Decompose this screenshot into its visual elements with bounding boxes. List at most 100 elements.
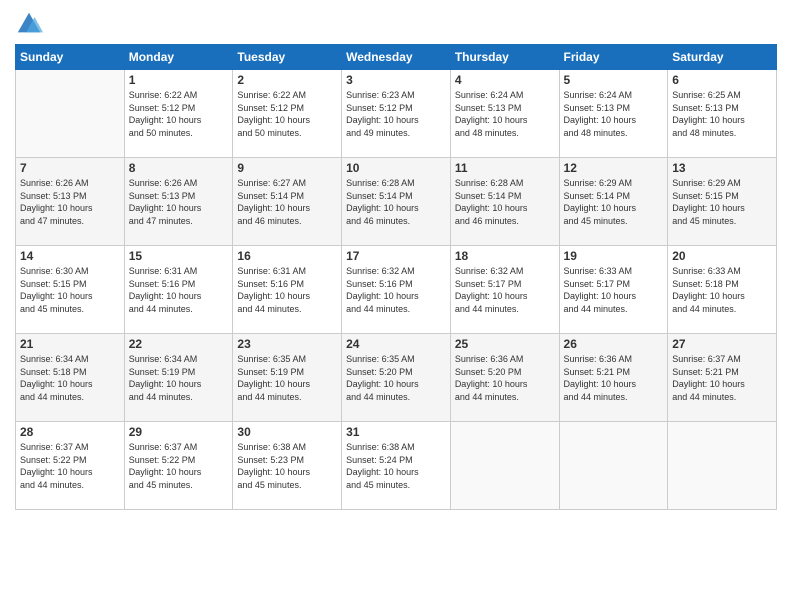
calendar-cell: 20 Sunrise: 6:33 AM Sunset: 5:18 PM Dayli… <box>668 246 777 334</box>
calendar-cell: 30Sunrise: 6:38 AM Sunset: 5:23 PM Dayli… <box>233 422 342 510</box>
calendar-cell: 21Sunrise: 6:34 AM Sunset: 5:18 PM Dayli… <box>16 334 125 422</box>
calendar-cell <box>16 70 125 158</box>
day-number: 20 <box>672 249 772 263</box>
day-info: Sunrise: 6:22 AM Sunset: 5:12 PM Dayligh… <box>129 89 229 139</box>
day-number: 21 <box>20 337 120 351</box>
calendar-cell: 1 Sunrise: 6:22 AM Sunset: 5:12 PM Daylig… <box>124 70 233 158</box>
calendar-cell: 28Sunrise: 6:37 AM Sunset: 5:22 PM Dayli… <box>16 422 125 510</box>
weekday-header: Thursday <box>450 45 559 70</box>
day-number: 31 <box>346 425 446 439</box>
day-number: 17 <box>346 249 446 263</box>
day-info: Sunrise: 6:32 AM Sunset: 5:16 PM Dayligh… <box>346 265 446 315</box>
day-number: 28 <box>20 425 120 439</box>
day-number: 29 <box>129 425 229 439</box>
calendar-cell: 18 Sunrise: 6:32 AM Sunset: 5:17 PM Dayli… <box>450 246 559 334</box>
day-info: Sunrise: 6:31 AM Sunset: 5:16 PM Dayligh… <box>129 265 229 315</box>
calendar-cell: 4 Sunrise: 6:24 AM Sunset: 5:13 PM Daylig… <box>450 70 559 158</box>
calendar-week-row: 21Sunrise: 6:34 AM Sunset: 5:18 PM Dayli… <box>16 334 777 422</box>
calendar-cell: 9 Sunrise: 6:27 AM Sunset: 5:14 PM Daylig… <box>233 158 342 246</box>
weekday-header: Friday <box>559 45 668 70</box>
day-info: Sunrise: 6:37 AM Sunset: 5:22 PM Dayligh… <box>129 441 229 491</box>
day-info: Sunrise: 6:38 AM Sunset: 5:23 PM Dayligh… <box>237 441 337 491</box>
day-info: Sunrise: 6:26 AM Sunset: 5:13 PM Dayligh… <box>20 177 120 227</box>
calendar-cell: 3Sunrise: 6:23 AM Sunset: 5:12 PM Daylig… <box>342 70 451 158</box>
calendar-cell: 17 Sunrise: 6:32 AM Sunset: 5:16 PM Dayli… <box>342 246 451 334</box>
day-number: 23 <box>237 337 337 351</box>
day-info: Sunrise: 6:29 AM Sunset: 5:15 PM Dayligh… <box>672 177 772 227</box>
logo-icon <box>15 10 43 38</box>
day-info: Sunrise: 6:36 AM Sunset: 5:21 PM Dayligh… <box>564 353 664 403</box>
day-info: Sunrise: 6:31 AM Sunset: 5:16 PM Dayligh… <box>237 265 337 315</box>
calendar-cell: 22 Sunrise: 6:34 AM Sunset: 5:19 PM Dayli… <box>124 334 233 422</box>
day-number: 1 <box>129 73 229 87</box>
day-info: Sunrise: 6:27 AM Sunset: 5:14 PM Dayligh… <box>237 177 337 227</box>
day-number: 18 <box>455 249 555 263</box>
day-number: 11 <box>455 161 555 175</box>
page: SundayMondayTuesdayWednesdayThursdayFrid… <box>0 0 792 612</box>
calendar-cell: 10 Sunrise: 6:28 AM Sunset: 5:14 PM Dayli… <box>342 158 451 246</box>
day-number: 27 <box>672 337 772 351</box>
weekday-header: Sunday <box>16 45 125 70</box>
calendar-cell: 15 Sunrise: 6:31 AM Sunset: 5:16 PM Dayli… <box>124 246 233 334</box>
day-info: Sunrise: 6:28 AM Sunset: 5:14 PM Dayligh… <box>346 177 446 227</box>
day-info: Sunrise: 6:30 AM Sunset: 5:15 PM Dayligh… <box>20 265 120 315</box>
calendar-cell: 23 Sunrise: 6:35 AM Sunset: 5:19 PM Dayli… <box>233 334 342 422</box>
day-info: Sunrise: 6:24 AM Sunset: 5:13 PM Dayligh… <box>564 89 664 139</box>
day-info: Sunrise: 6:38 AM Sunset: 5:24 PM Dayligh… <box>346 441 446 491</box>
day-info: Sunrise: 6:35 AM Sunset: 5:20 PM Dayligh… <box>346 353 446 403</box>
day-info: Sunrise: 6:33 AM Sunset: 5:17 PM Dayligh… <box>564 265 664 315</box>
day-info: Sunrise: 6:36 AM Sunset: 5:20 PM Dayligh… <box>455 353 555 403</box>
day-number: 14 <box>20 249 120 263</box>
weekday-header: Tuesday <box>233 45 342 70</box>
day-number: 7 <box>20 161 120 175</box>
calendar-cell: 12 Sunrise: 6:29 AM Sunset: 5:14 PM Dayli… <box>559 158 668 246</box>
day-number: 9 <box>237 161 337 175</box>
day-number: 6 <box>672 73 772 87</box>
calendar-cell <box>559 422 668 510</box>
day-info: Sunrise: 6:34 AM Sunset: 5:19 PM Dayligh… <box>129 353 229 403</box>
calendar-cell <box>450 422 559 510</box>
calendar-cell <box>668 422 777 510</box>
calendar-cell: 6 Sunrise: 6:25 AM Sunset: 5:13 PM Daylig… <box>668 70 777 158</box>
calendar-cell: 31 Sunrise: 6:38 AM Sunset: 5:24 PM Dayli… <box>342 422 451 510</box>
day-info: Sunrise: 6:29 AM Sunset: 5:14 PM Dayligh… <box>564 177 664 227</box>
calendar-week-row: 14 Sunrise: 6:30 AM Sunset: 5:15 PM Dayli… <box>16 246 777 334</box>
day-number: 12 <box>564 161 664 175</box>
day-number: 15 <box>129 249 229 263</box>
day-number: 4 <box>455 73 555 87</box>
calendar-week-row: 28 Sunrise: 6:37 AM Sunset: 5:22 PM Dayli… <box>16 422 777 510</box>
calendar-cell: 11Sunrise: 6:28 AM Sunset: 5:14 PM Dayli… <box>450 158 559 246</box>
calendar-cell: 19Sunrise: 6:33 AM Sunset: 5:17 PM Dayli… <box>559 246 668 334</box>
weekday-header: Saturday <box>668 45 777 70</box>
day-info: Sunrise: 6:33 AM Sunset: 5:18 PM Dayligh… <box>672 265 772 315</box>
calendar-cell: 29 Sunrise: 6:37 AM Sunset: 5:22 PM Dayli… <box>124 422 233 510</box>
calendar-cell: 5 Sunrise: 6:24 AM Sunset: 5:13 PM Daylig… <box>559 70 668 158</box>
calendar-cell: 14 Sunrise: 6:30 AM Sunset: 5:15 PM Dayli… <box>16 246 125 334</box>
day-info: Sunrise: 6:32 AM Sunset: 5:17 PM Dayligh… <box>455 265 555 315</box>
calendar-cell: 27 Sunrise: 6:37 AM Sunset: 5:21 PM Dayli… <box>668 334 777 422</box>
day-number: 22 <box>129 337 229 351</box>
header <box>15 10 777 38</box>
calendar-cell: 13 Sunrise: 6:29 AM Sunset: 5:15 PM Dayli… <box>668 158 777 246</box>
calendar-cell: 25 Sunrise: 6:36 AM Sunset: 5:20 PM Dayli… <box>450 334 559 422</box>
day-info: Sunrise: 6:23 AM Sunset: 5:12 PM Dayligh… <box>346 89 446 139</box>
calendar-cell: 2Sunrise: 6:22 AM Sunset: 5:12 PM Daylig… <box>233 70 342 158</box>
day-info: Sunrise: 6:25 AM Sunset: 5:13 PM Dayligh… <box>672 89 772 139</box>
day-number: 10 <box>346 161 446 175</box>
calendar-cell: 7 Sunrise: 6:26 AM Sunset: 5:13 PM Daylig… <box>16 158 125 246</box>
day-info: Sunrise: 6:24 AM Sunset: 5:13 PM Dayligh… <box>455 89 555 139</box>
calendar-week-row: 7 Sunrise: 6:26 AM Sunset: 5:13 PM Daylig… <box>16 158 777 246</box>
day-number: 8 <box>129 161 229 175</box>
day-info: Sunrise: 6:37 AM Sunset: 5:21 PM Dayligh… <box>672 353 772 403</box>
weekday-header-row: SundayMondayTuesdayWednesdayThursdayFrid… <box>16 45 777 70</box>
weekday-header: Monday <box>124 45 233 70</box>
calendar-cell: 8Sunrise: 6:26 AM Sunset: 5:13 PM Daylig… <box>124 158 233 246</box>
day-number: 5 <box>564 73 664 87</box>
calendar-cell: 16Sunrise: 6:31 AM Sunset: 5:16 PM Dayli… <box>233 246 342 334</box>
calendar-table: SundayMondayTuesdayWednesdayThursdayFrid… <box>15 44 777 510</box>
day-number: 25 <box>455 337 555 351</box>
logo <box>15 10 47 38</box>
day-number: 13 <box>672 161 772 175</box>
day-info: Sunrise: 6:35 AM Sunset: 5:19 PM Dayligh… <box>237 353 337 403</box>
calendar-week-row: 1 Sunrise: 6:22 AM Sunset: 5:12 PM Daylig… <box>16 70 777 158</box>
